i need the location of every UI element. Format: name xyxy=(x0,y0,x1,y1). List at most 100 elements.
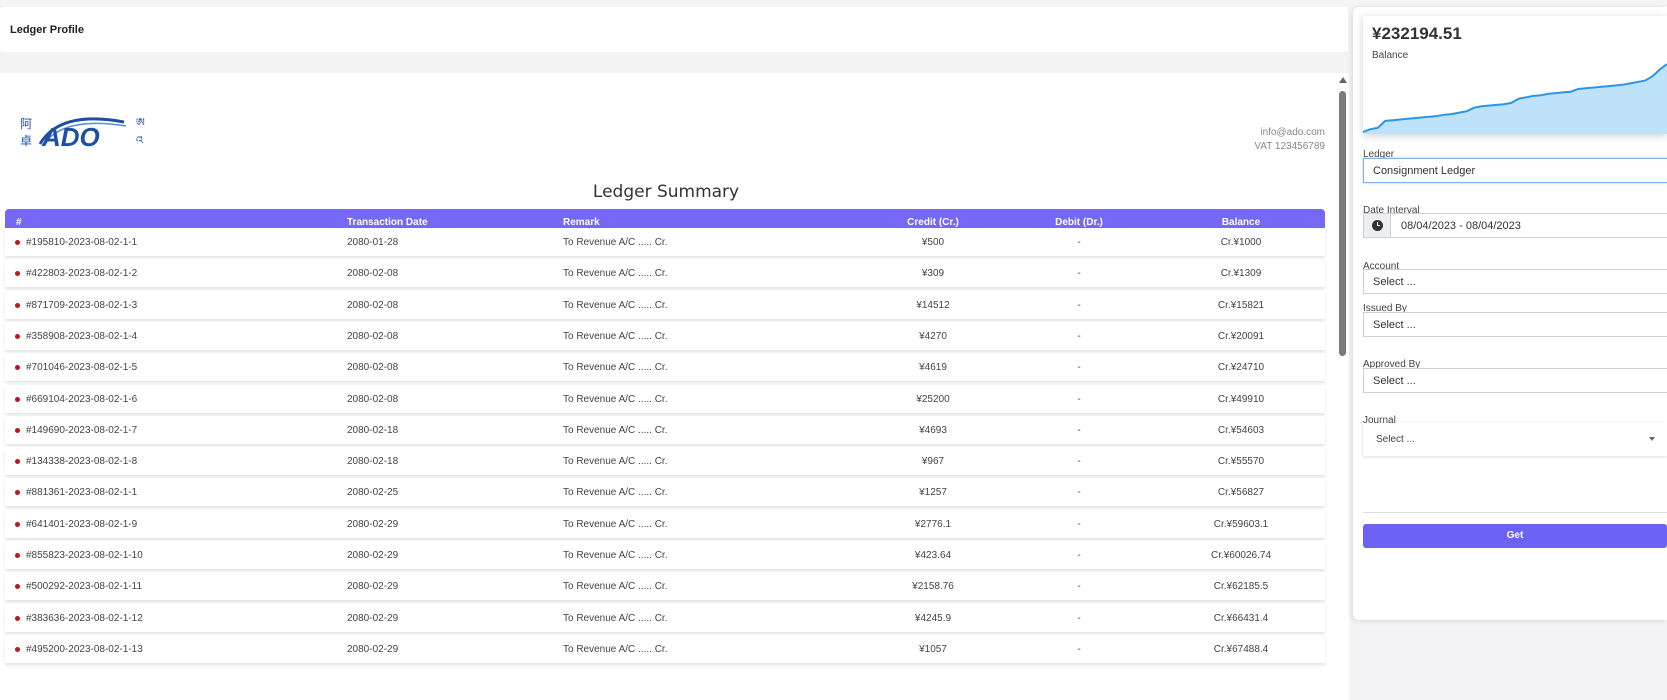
logo-text: ADO xyxy=(41,122,100,152)
table-row[interactable]: #669104-2023-08-02-1-6 2080-02-08 To Reven… xyxy=(5,385,1325,413)
status-dot-icon xyxy=(15,397,20,402)
cell-date: 2080-02-29 xyxy=(347,550,399,561)
status-dot-icon xyxy=(15,459,20,464)
cell-id: #134338-2023-08-02-1-8 xyxy=(26,456,138,467)
table-row[interactable]: #422803-2023-08-02-1-2 2080-02-08 To Reven… xyxy=(5,259,1325,287)
date-interval-field[interactable]: 08/04/2023 - 08/04/2023 xyxy=(1363,213,1667,238)
cell-date: 2080-02-08 xyxy=(347,268,399,279)
status-dot-icon xyxy=(15,303,20,308)
scrollbar[interactable] xyxy=(1336,73,1349,700)
status-dot-icon xyxy=(15,428,20,433)
ledger-input[interactable]: Consignment Ledger xyxy=(1363,158,1667,183)
status-dot-icon xyxy=(15,522,20,527)
cell-date: 2080-02-25 xyxy=(347,487,399,498)
company-email: info@ado.com xyxy=(1260,127,1325,138)
scroll-up-arrow-icon[interactable] xyxy=(1339,77,1347,83)
status-dot-icon xyxy=(15,647,20,652)
cell-debit: - xyxy=(1077,581,1081,592)
summary-title: Ledger Summary xyxy=(592,182,740,202)
table-row[interactable]: #871709-2023-08-02-1-3 2080-02-08 To Reven… xyxy=(5,291,1325,319)
logo-tibetan-bottom: འ xyxy=(136,134,144,147)
balance-amount: ¥232194.51 xyxy=(1372,24,1462,43)
filter-panel: ¥232194.51 Balance Ledger Consignment Le… xyxy=(1353,7,1667,620)
status-dot-icon xyxy=(15,365,20,370)
cell-credit: ¥1057 xyxy=(919,644,947,655)
scrollbar-thumb[interactable] xyxy=(1339,91,1346,356)
cell-remark: To Revenue A/C ..... Cr. xyxy=(563,362,668,373)
cell-debit: - xyxy=(1077,237,1081,248)
status-dot-icon xyxy=(15,271,20,276)
cell-id: #855823-2023-08-02-1-10 xyxy=(26,550,143,561)
table-row[interactable]: #149690-2023-08-02-1-7 2080-02-18 To Reven… xyxy=(5,416,1325,444)
cell-balance: Cr.¥54603 xyxy=(1217,425,1265,436)
cell-date: 2080-02-29 xyxy=(347,613,399,624)
account-select[interactable]: Select ... xyxy=(1363,269,1667,294)
col-balance: Balance xyxy=(1221,217,1261,228)
cell-id: #358908-2023-08-02-1-4 xyxy=(26,331,138,342)
approved-by-select[interactable]: Select ... xyxy=(1363,368,1667,393)
cell-credit: ¥1257 xyxy=(919,487,947,498)
table-row[interactable]: #855823-2023-08-02-1-10 2080-02-29 To Reve… xyxy=(5,541,1325,569)
cell-credit: ¥500 xyxy=(921,237,945,248)
col-date: Transaction Date xyxy=(347,217,428,228)
cell-date: 2080-01-28 xyxy=(347,237,399,248)
cell-debit: - xyxy=(1077,394,1081,405)
cell-debit: - xyxy=(1077,487,1081,498)
table-row[interactable]: #881361-2023-08-02-1-1 2080-02-25 To Reven… xyxy=(5,478,1325,506)
cell-debit: - xyxy=(1077,300,1081,311)
page-title: Ledger Profile xyxy=(10,24,84,36)
table-row[interactable]: #134338-2023-08-02-1-8 2080-02-18 To Reven… xyxy=(5,447,1325,475)
company-logo: 阿 卓 ADO ཨ འ xyxy=(20,116,145,152)
cell-debit: - xyxy=(1077,268,1081,279)
cell-remark: To Revenue A/C ..... Cr. xyxy=(563,550,668,561)
table-row[interactable]: #701046-2023-08-02-1-5 2080-02-08 To Reven… xyxy=(5,353,1325,381)
cell-id: #149690-2023-08-02-1-7 xyxy=(26,425,138,436)
cell-debit: - xyxy=(1077,550,1081,561)
table-row[interactable]: #358908-2023-08-02-1-4 2080-02-08 To Reven… xyxy=(5,322,1325,350)
status-dot-icon xyxy=(15,490,20,495)
date-interval-value: 08/04/2023 - 08/04/2023 xyxy=(1401,220,1521,232)
cell-balance: Cr.¥59603.1 xyxy=(1213,519,1269,530)
cell-remark: To Revenue A/C ..... Cr. xyxy=(563,425,668,436)
company-contact: info@ado.com VAT 123456789 xyxy=(1254,126,1325,154)
cell-id: #383636-2023-08-02-1-12 xyxy=(26,613,143,624)
journal-select[interactable]: Select ... xyxy=(1363,423,1667,456)
date-icon-cell xyxy=(1364,214,1391,237)
cell-debit: - xyxy=(1077,519,1081,530)
cell-credit: ¥309 xyxy=(921,268,945,279)
logo-cjk-bottom: 卓 xyxy=(20,134,32,148)
cell-remark: To Revenue A/C ..... Cr. xyxy=(563,394,668,405)
cell-date: 2080-02-08 xyxy=(347,394,399,405)
cell-remark: To Revenue A/C ..... Cr. xyxy=(563,487,668,498)
get-button[interactable]: Get xyxy=(1363,524,1667,548)
cell-credit: ¥2158.76 xyxy=(912,581,954,592)
cell-balance: Cr.¥67488.4 xyxy=(1213,644,1269,655)
table-row[interactable]: #500292-2023-08-02-1-11 2080-02-29 To Reve… xyxy=(5,572,1325,600)
table-row[interactable]: #641401-2023-08-02-1-9 2080-02-29 To Reven… xyxy=(5,510,1325,538)
cell-credit: ¥423.64 xyxy=(914,550,952,561)
cell-balance: Cr.¥24710 xyxy=(1217,362,1265,373)
cell-remark: To Revenue A/C ..... Cr. xyxy=(563,237,668,248)
cell-remark: To Revenue A/C ..... Cr. xyxy=(563,456,668,467)
cell-debit: - xyxy=(1077,456,1081,467)
cell-credit: ¥4619 xyxy=(919,362,947,373)
table-row[interactable]: #495200-2023-08-02-1-13 2080-02-29 To Reve… xyxy=(5,635,1325,663)
issued-by-select[interactable]: Select ... xyxy=(1363,312,1667,337)
status-dot-icon xyxy=(15,240,20,245)
cell-remark: To Revenue A/C ..... Cr. xyxy=(563,331,668,342)
table-row[interactable]: #195810-2023-08-02-1-1 2080-01-28 To Reven… xyxy=(5,228,1325,256)
balance-card: ¥232194.51 Balance xyxy=(1363,16,1667,134)
table-row[interactable]: #383636-2023-08-02-1-12 2080-02-29 To Reve… xyxy=(5,604,1325,632)
cell-remark: To Revenue A/C ..... Cr. xyxy=(563,613,668,624)
cell-date: 2080-02-08 xyxy=(347,331,399,342)
sparkline-area xyxy=(1363,64,1667,134)
cell-debit: - xyxy=(1077,644,1081,655)
cell-date: 2080-02-18 xyxy=(347,425,399,436)
cell-credit: ¥4693 xyxy=(919,425,947,436)
cell-debit: - xyxy=(1077,425,1081,436)
clock-icon xyxy=(1372,220,1383,231)
cell-date: 2080-02-18 xyxy=(347,456,399,467)
cell-balance: Cr.¥55570 xyxy=(1217,456,1265,467)
cell-balance: Cr.¥62185.5 xyxy=(1213,581,1269,592)
cell-date: 2080-02-29 xyxy=(347,581,399,592)
